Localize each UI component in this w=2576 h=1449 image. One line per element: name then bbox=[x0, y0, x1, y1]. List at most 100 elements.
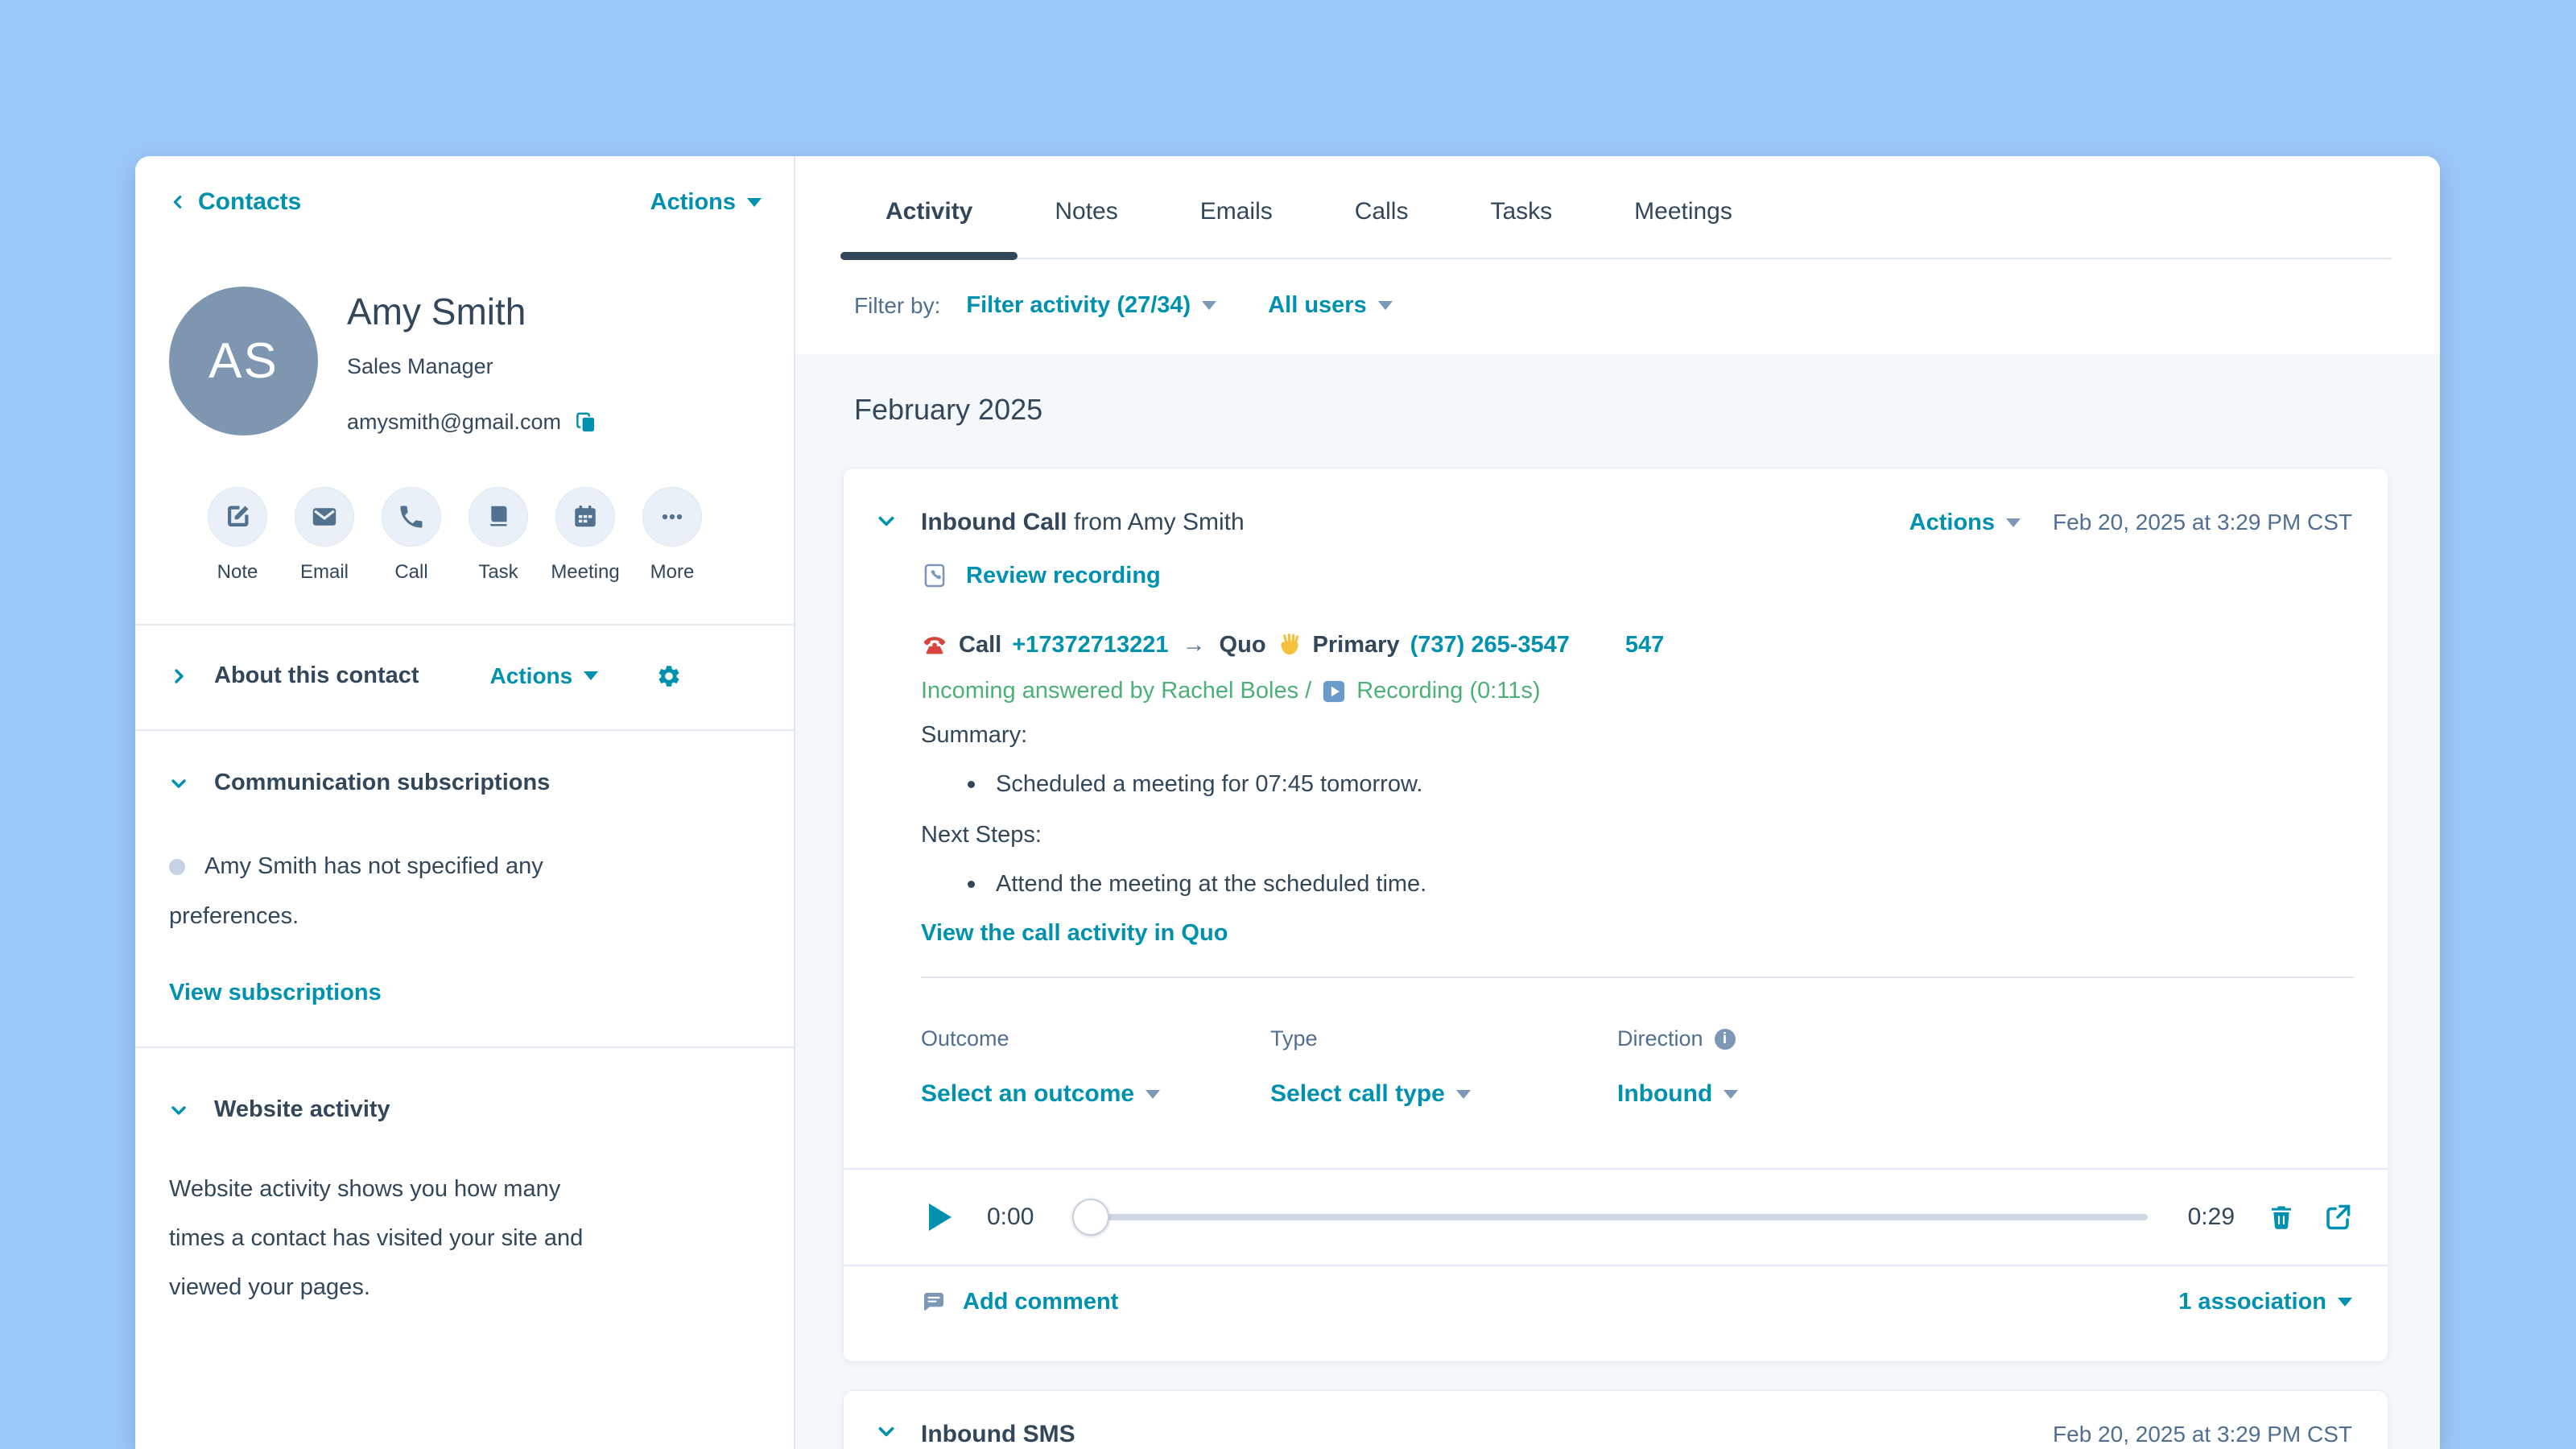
website-activity-description: Website activity shows you how many time… bbox=[169, 1165, 762, 1312]
direction-label: Direction bbox=[1617, 1026, 1738, 1051]
tab-emails[interactable]: Emails bbox=[1200, 198, 1273, 225]
slider-track[interactable] bbox=[1074, 1214, 2147, 1220]
arrow-right: → bbox=[1179, 632, 1209, 658]
recording-player: 0:00 0:29 bbox=[844, 1168, 2388, 1266]
subscriptions-section-header: Communication subscriptions bbox=[169, 770, 762, 796]
next-steps-label: Next Steps: bbox=[844, 822, 2388, 848]
outcome-select[interactable]: Select an outcome bbox=[921, 1080, 1160, 1108]
bullet-icon bbox=[968, 881, 975, 888]
back-link-label: Contacts bbox=[198, 188, 301, 216]
tabs-area: Activity Notes Emails Calls Tasks Meetin… bbox=[795, 156, 2440, 354]
chevron-right-icon[interactable] bbox=[169, 667, 188, 686]
total-time: 0:29 bbox=[2188, 1203, 2235, 1231]
chevron-down-icon[interactable] bbox=[876, 510, 897, 531]
chevron-down-icon bbox=[1146, 1090, 1160, 1099]
to-phone-number[interactable]: (737) 265-3547 bbox=[1410, 632, 1570, 658]
task-icon bbox=[484, 502, 513, 531]
profile-info: Amy Smith Sales Manager amysmith@gmail.c… bbox=[347, 287, 598, 436]
comment-bubble-icon bbox=[921, 1290, 947, 1315]
direction-select[interactable]: Inbound bbox=[1617, 1080, 1738, 1108]
associations-dropdown[interactable]: 1 association bbox=[2178, 1289, 2352, 1315]
about-section-header: About this contact Actions bbox=[169, 663, 762, 689]
call-detail-line: Call +17372713221 → Quo Primary (737) 26… bbox=[844, 631, 2388, 658]
summary-item: Scheduled a meeting for 07:45 tomorrow. bbox=[844, 771, 2388, 798]
external-link-icon[interactable] bbox=[2323, 1203, 2352, 1232]
copy-icon[interactable] bbox=[574, 411, 598, 435]
tab-meetings[interactable]: Meetings bbox=[1634, 198, 1732, 225]
contact-email-row: amysmith@gmail.com bbox=[347, 410, 598, 435]
from-phone-number[interactable]: +17372713221 bbox=[1012, 632, 1168, 658]
call-card-footer: Add comment 1 association bbox=[844, 1289, 2388, 1315]
crm-contact-window: Contacts Actions AS Amy Smith Sales Mana… bbox=[135, 156, 2440, 1449]
call-actions-dropdown[interactable]: Actions bbox=[1909, 510, 2021, 536]
contact-actions-label: Actions bbox=[650, 189, 736, 216]
info-icon[interactable] bbox=[1715, 1029, 1736, 1050]
website-activity-section-header: Website activity bbox=[169, 1096, 762, 1123]
summary-label: Summary: bbox=[844, 722, 2388, 749]
seek-slider[interactable] bbox=[1074, 1198, 2147, 1236]
gear-icon[interactable] bbox=[656, 663, 682, 689]
tab-calls[interactable]: Calls bbox=[1355, 198, 1409, 225]
email-button[interactable]: Email bbox=[295, 487, 354, 584]
review-recording-link[interactable]: Review recording bbox=[966, 563, 1161, 589]
call-label: Call bbox=[959, 632, 1001, 658]
about-actions-dropdown[interactable]: Actions bbox=[490, 663, 599, 689]
call-recording-icon bbox=[921, 562, 948, 589]
tab-activity[interactable]: Activity bbox=[886, 198, 972, 225]
inbound-sms-card: Inbound SMS Feb 20, 2025 at 3:29 PM CST bbox=[843, 1390, 2388, 1449]
record-main-panel: Activity Notes Emails Calls Tasks Meetin… bbox=[795, 156, 2440, 1449]
chevron-down-icon[interactable] bbox=[169, 774, 188, 793]
contact-job-title: Sales Manager bbox=[347, 354, 598, 379]
email-icon bbox=[309, 502, 340, 532]
activity-timeline: February 2025 Inbound Call from Amy Smit… bbox=[795, 354, 2440, 1449]
current-time: 0:00 bbox=[987, 1203, 1034, 1231]
filter-activity-dropdown[interactable]: Filter activity (27/34) bbox=[966, 292, 1216, 319]
subscriptions-section-title[interactable]: Communication subscriptions bbox=[214, 770, 550, 796]
chevron-down-icon bbox=[2338, 1298, 2352, 1307]
chevron-down-icon[interactable] bbox=[169, 1100, 188, 1120]
contact-profile: AS Amy Smith Sales Manager amysmith@gmai… bbox=[169, 287, 762, 436]
tab-tasks[interactable]: Tasks bbox=[1490, 198, 1552, 225]
to-number-label: Primary bbox=[1313, 632, 1400, 658]
filter-row: Filter by: Filter activity (27/34) All u… bbox=[854, 292, 1393, 319]
task-button[interactable]: Task bbox=[469, 487, 528, 584]
play-button[interactable] bbox=[929, 1203, 952, 1231]
outcome-label: Outcome bbox=[921, 1026, 1160, 1051]
more-button[interactable]: More bbox=[642, 487, 702, 584]
contact-email[interactable]: amysmith@gmail.com bbox=[347, 410, 561, 435]
chevron-down-icon bbox=[1202, 301, 1216, 310]
meeting-button[interactable]: Meeting bbox=[555, 487, 615, 584]
trash-icon[interactable] bbox=[2267, 1203, 2296, 1232]
chevron-down-icon bbox=[1456, 1090, 1471, 1099]
slider-knob[interactable] bbox=[1072, 1199, 1109, 1236]
divider bbox=[135, 624, 794, 625]
subscriptions-empty-text: Amy Smith has not specified any preferen… bbox=[169, 841, 762, 941]
add-comment-button[interactable]: Add comment bbox=[921, 1289, 1118, 1315]
filter-users-dropdown[interactable]: All users bbox=[1268, 292, 1393, 319]
avatar: AS bbox=[169, 287, 318, 436]
chevron-down-icon[interactable] bbox=[876, 1421, 897, 1442]
about-section-title[interactable]: About this contact bbox=[214, 663, 419, 689]
view-call-activity-link[interactable]: View the call activity in Quo bbox=[921, 920, 1228, 946]
status-dot-icon bbox=[169, 859, 185, 875]
contact-actions-dropdown[interactable]: Actions bbox=[650, 189, 762, 216]
website-activity-section-title[interactable]: Website activity bbox=[214, 1096, 390, 1123]
sms-card-header: Inbound SMS Feb 20, 2025 at 3:29 PM CST bbox=[844, 1421, 2388, 1448]
call-button[interactable]: Call bbox=[382, 487, 441, 584]
filter-by-label: Filter by: bbox=[854, 293, 940, 319]
more-icon bbox=[658, 502, 687, 531]
recording-duration[interactable]: Recording (0:11s) bbox=[1356, 678, 1540, 704]
month-header: February 2025 bbox=[854, 393, 2440, 427]
call-type-select[interactable]: Select call type bbox=[1270, 1080, 1471, 1108]
sidebar-top-row: Contacts Actions bbox=[169, 188, 762, 216]
view-subscriptions-link[interactable]: View subscriptions bbox=[169, 980, 382, 1006]
tab-notes[interactable]: Notes bbox=[1055, 198, 1117, 225]
call-card-title: Inbound Call from Amy Smith bbox=[921, 509, 1245, 536]
note-icon bbox=[223, 502, 252, 531]
back-to-contacts-link[interactable]: Contacts bbox=[169, 188, 301, 216]
chevron-down-icon bbox=[1378, 301, 1393, 310]
note-button[interactable]: Note bbox=[208, 487, 267, 584]
outcome-field: Outcome Select an outcome bbox=[921, 1026, 1160, 1108]
waving-hand-icon bbox=[1277, 632, 1302, 658]
divider bbox=[135, 1046, 794, 1048]
